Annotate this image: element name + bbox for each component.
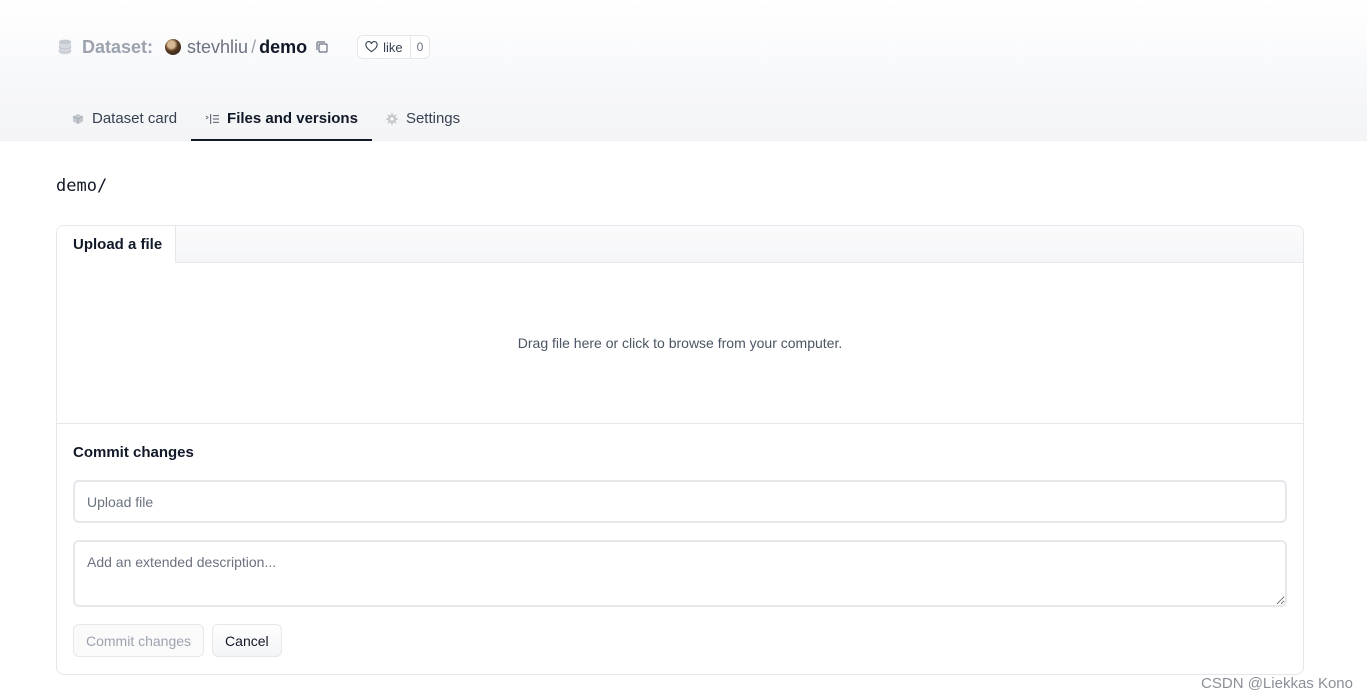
commit-title: Commit changes [73,444,194,461]
like-button[interactable]: like 0 [357,35,431,59]
files-icon [205,113,220,124]
tab-label: Files and versions [227,110,358,127]
current-path: demo/ [56,176,108,196]
tab-upload-file[interactable]: Upload a file [57,226,176,264]
cancel-button[interactable]: Cancel [212,624,282,657]
commit-changes-button[interactable]: Commit changes [73,624,205,657]
gear-icon [386,113,398,124]
tab-label: Settings [405,110,461,127]
repo-tabs: Dataset card Files and versions Settings [58,96,474,141]
repo-header: Dataset: stevhliu / demo like 0 Dataset … [0,0,1367,141]
commit-button-row: Commit changes Cancel [73,624,282,657]
heart-icon [365,41,378,53]
like-label: like [383,39,403,55]
commit-summary-input[interactable] [73,480,1287,523]
watermark: CSDN @Liekkas Kono [1201,675,1353,692]
copy-icon[interactable] [315,40,329,54]
file-dropzone[interactable]: Drag file here or click to browse from y… [57,263,1303,424]
dropzone-text: Drag file here or click to browse from y… [517,335,843,351]
path-separator: / [251,36,257,57]
upload-panel: Upload a file Drag file here or click to… [56,225,1304,675]
database-icon [58,39,72,55]
tab-label: Dataset card [92,110,178,127]
repo-title-row: Dataset: stevhliu / demo like 0 [58,34,431,60]
like-count[interactable]: 0 [409,36,430,58]
dataset-label: Dataset: [82,36,154,57]
commit-description-input[interactable] [73,540,1287,607]
tab-settings[interactable]: Settings [372,96,474,141]
owner-avatar[interactable] [165,39,182,55]
dataset-card-icon [72,113,84,124]
tab-dataset-card[interactable]: Dataset card [58,96,191,141]
repo-name-link[interactable]: demo [259,37,307,58]
tab-files-and-versions[interactable]: Files and versions [191,96,372,141]
owner-link[interactable]: stevhliu [187,37,248,58]
upload-panel-tabs: Upload a file [57,226,1303,264]
like-button-main[interactable]: like [358,36,410,58]
